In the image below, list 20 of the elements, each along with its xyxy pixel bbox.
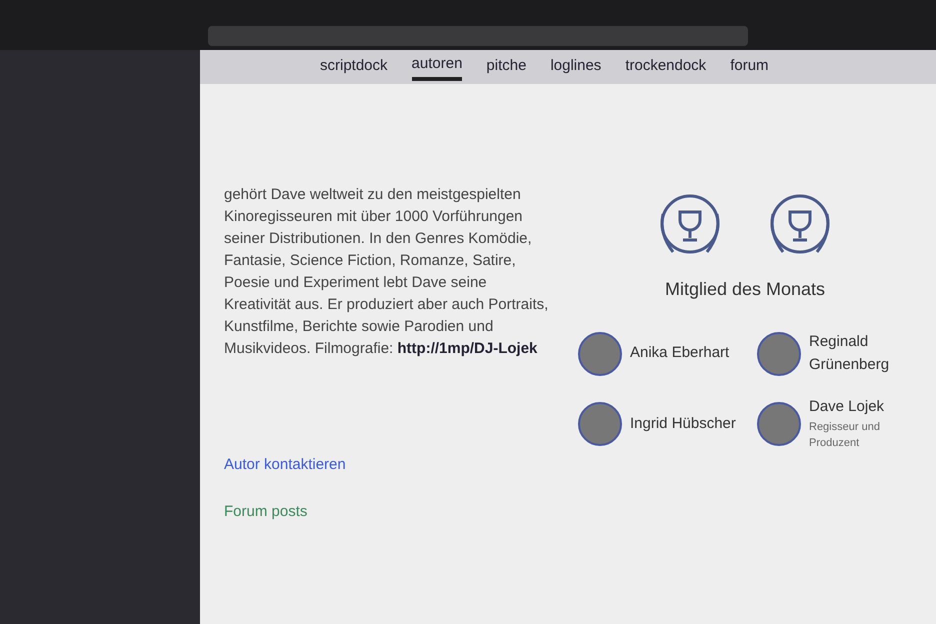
nav-tab[interactable]: trockendock <box>625 54 706 80</box>
nav-tab[interactable]: scriptdock <box>320 54 388 80</box>
nav-tab[interactable]: autoren <box>412 52 462 82</box>
avatar[interactable] <box>757 332 801 376</box>
avatar[interactable] <box>578 332 622 376</box>
nav-tab[interactable]: forum <box>730 54 769 80</box>
section-heading: Forum posts <box>224 502 308 522</box>
avatar[interactable] <box>578 402 622 446</box>
filmography-link[interactable]: http://1mp/DJ-Lojek <box>397 340 538 357</box>
bio-paragraph: gehört Dave weltweit zu den meistgespielten Kinoregisseuren mit über 1000 Vorführungen seiner Distributionen. In den Genres Komödie, Fantasie, Science Fiction, Romanze, Satire, Poesie und Experiment lebt Dave seine Kreativität aus. Er produziert aber auch Portraits, Kunstfilme, Berichte sowie Parodien und Musikvideos. Filmografie: http://1mp/DJ-Lojek <box>224 185 550 359</box>
member-name[interactable]: Dave Lojek <box>809 396 917 418</box>
avatar[interactable] <box>757 402 801 446</box>
member-role: Regisseur und Produzent <box>809 420 881 451</box>
section-heading: Mitglied des Monats <box>664 278 826 301</box>
member-name[interactable]: Ingrid Hübscher <box>630 412 736 435</box>
nav-tab[interactable]: pitche <box>486 54 526 80</box>
contact-link[interactable]: Autor kontaktieren <box>224 454 554 476</box>
member-name[interactable]: Reginald Grünenberg <box>809 331 917 376</box>
member-name[interactable]: Anika Eberhart <box>630 342 730 365</box>
nav-tab[interactable]: loglines <box>550 54 602 80</box>
